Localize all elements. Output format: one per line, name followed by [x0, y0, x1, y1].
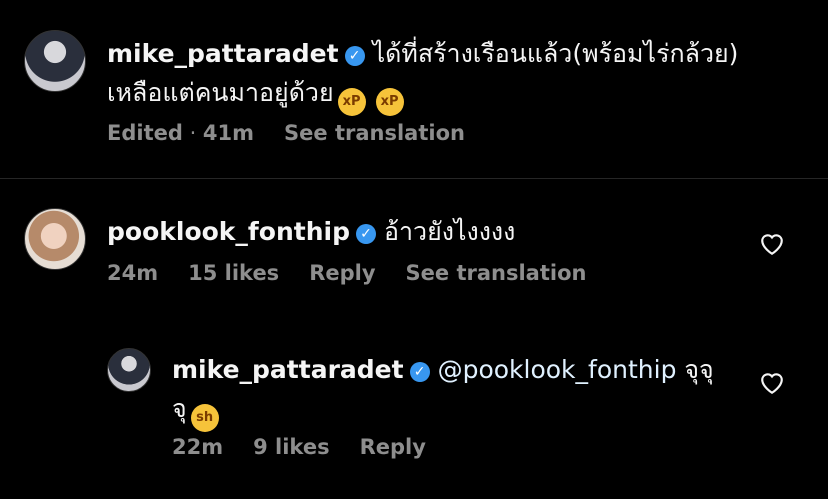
edited-label: Edited — [107, 121, 183, 145]
avatar[interactable] — [24, 208, 86, 270]
mention-link[interactable]: @pooklook_fonthip — [438, 355, 677, 384]
comment-text: ได้ที่สร้างเรือนแล้ว(พร้อมไร่กล้วย) — [372, 39, 739, 68]
squinting-tongue-emoji-icon: xP — [337, 88, 366, 116]
heart-icon[interactable] — [759, 371, 785, 395]
see-translation-link[interactable]: See translation — [406, 261, 587, 285]
reply-text: จุ — [172, 394, 187, 423]
reply-text: จุจุ — [684, 355, 714, 384]
verified-badge-icon: ✓ — [355, 224, 376, 244]
avatar[interactable] — [107, 348, 151, 392]
comment-text: อ้าวยังไงงงง — [383, 217, 516, 246]
separator: · — [182, 121, 203, 145]
timestamp: 24m — [107, 261, 159, 285]
reply-button[interactable]: Reply — [360, 435, 426, 459]
likes-count[interactable]: 9 likes — [253, 435, 329, 459]
verified-badge-icon: ✓ — [409, 362, 430, 382]
likes-count[interactable]: 15 likes — [188, 261, 279, 285]
squinting-tongue-emoji-icon: xP — [375, 88, 404, 116]
username[interactable]: pooklook_fonthip — [107, 217, 350, 246]
timestamp: 22m — [172, 435, 224, 459]
comment-text: เหลือแต่คนมาอยู่ด้วย — [107, 78, 334, 107]
heart-icon[interactable] — [759, 232, 785, 256]
timestamp: 41m — [202, 121, 255, 145]
username[interactable]: mike_pattaradet — [172, 355, 404, 384]
reply-button[interactable]: Reply — [309, 261, 375, 285]
avatar[interactable] — [24, 30, 86, 92]
shushing-face-emoji-icon: sh — [190, 404, 219, 432]
verified-badge-icon: ✓ — [344, 46, 365, 66]
username[interactable]: mike_pattaradet — [107, 39, 339, 68]
see-translation-link[interactable]: See translation — [284, 121, 465, 145]
divider — [0, 178, 828, 179]
